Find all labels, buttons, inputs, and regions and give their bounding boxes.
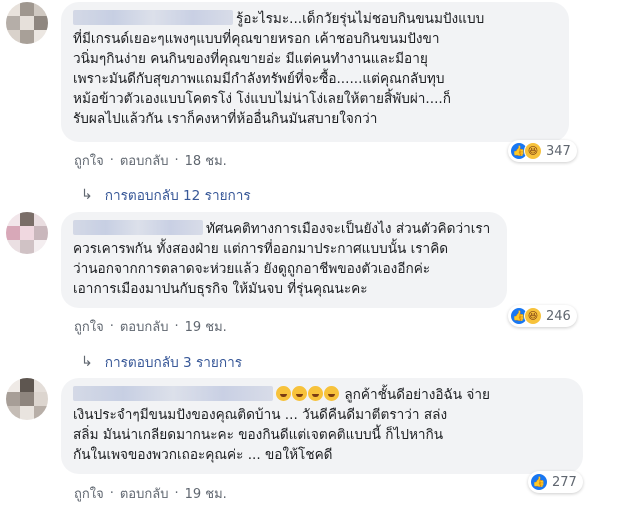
laughing-emoji-icon xyxy=(276,386,291,401)
comment-bubble: ทัศนคติทางการเมืองจะเป็นยังไง ส่วนตัวคิด… xyxy=(61,212,507,308)
replies-count-label: การตอบกลับ 12 รายการ xyxy=(104,188,251,204)
comment-bubble: ลูกค้าชั้นดีอย่างอิฉัน จ่าย เงินประจำๆมี… xyxy=(61,378,583,474)
view-replies-link[interactable]: ↳ การตอบกลับ 12 รายการ xyxy=(81,184,251,206)
comment-text-line: สลิ่ม มันน่าเกลียดมากนะคะ ของกินดีแต่เจต… xyxy=(73,427,444,443)
comment-text-line: เพราะมันดีกับสุขภาพแถมมีกำลังทรัพย์ที่จะ… xyxy=(73,71,445,87)
reply-button[interactable]: ตอบกลับ xyxy=(120,316,169,337)
comment-actions: ถูกใจ · ตอบกลับ · 18 ชม. xyxy=(74,150,227,171)
comment-text-line: เงินประจำๆมีขนมปังของคุณติดบ้าน ... วันด… xyxy=(73,407,448,423)
like-icon: 👍 xyxy=(530,473,548,491)
comment-text-line: ทัศนคติทางการเมืองจะเป็นยังไง ส่วนตัวคิด… xyxy=(206,221,491,237)
reaction-summary[interactable]: 👍 😆 246 xyxy=(508,305,577,327)
laughing-emoji-icon xyxy=(308,386,323,401)
reaction-count: 246 xyxy=(546,308,571,324)
comment-text-line: หม้อข้าวตัวเองแบบโคตรโง่ โง่แบบไม่น่าโง่… xyxy=(73,91,451,107)
reaction-summary[interactable]: 👍 277 xyxy=(528,471,583,493)
like-button[interactable]: ถูกใจ xyxy=(74,316,104,337)
comment-text-line: รับผลไปแล้วกัน เราก็คงหาที่ห้ออื่นกินมัน… xyxy=(73,111,378,127)
like-button[interactable]: ถูกใจ xyxy=(74,483,104,504)
comment-bubble: รู้อะไรมะ...เด็กวัยรุ่นไม่ชอบกินขนมปังแบ… xyxy=(61,2,569,142)
reply-arrow-icon: ↳ xyxy=(81,354,93,370)
comment-text-line: วนิ่มๆกินง่าย คนกินของที่คุณขายอ่ะ มีแต่… xyxy=(73,51,428,67)
reaction-summary[interactable]: 👍 😆 347 xyxy=(508,140,577,162)
haha-icon: 😆 xyxy=(524,307,542,325)
comment-text-line: รู้อะไรมะ...เด็กวัยรุ่นไม่ชอบกินขนมปังแบ… xyxy=(236,11,485,27)
like-button[interactable]: ถูกใจ xyxy=(74,150,104,171)
comment-actions: ถูกใจ · ตอบกลับ · 19 ชม. xyxy=(74,483,227,504)
author-name[interactable] xyxy=(73,220,203,235)
comment-text-line: กันในเพจของพวกเถอะคุณค่ะ ... ขอให้โชคดี xyxy=(73,447,333,463)
reaction-count: 277 xyxy=(552,474,577,490)
timestamp[interactable]: 18 ชม. xyxy=(185,150,227,171)
haha-icon: 😆 xyxy=(524,142,542,160)
reply-arrow-icon: ↳ xyxy=(81,187,93,203)
comment-actions: ถูกใจ · ตอบกลับ · 19 ชม. xyxy=(74,316,227,337)
comment-text-line: ควรเคารพกัน ทั้งสองฝ่าย แต่การที่ออกมาปร… xyxy=(73,241,449,257)
comment-text-line: ว่านอกจากการตลาดจะห่วยแล้ว ยังดูถูกอาชีพ… xyxy=(73,261,431,277)
comment-text-line: ลูกค้าชั้นดีอย่างอิฉัน จ่าย xyxy=(344,387,490,403)
view-replies-link[interactable]: ↳ การตอบกลับ 3 รายการ xyxy=(81,351,242,373)
laughing-emoji-icon xyxy=(324,386,339,401)
comment-text-line: ที่มีเกรนด์เยอะๆแพงๆแบบที่คุณขายหรอก เค้… xyxy=(73,31,440,47)
author-name[interactable] xyxy=(73,10,233,25)
author-name[interactable] xyxy=(73,386,273,401)
timestamp[interactable]: 19 ชม. xyxy=(185,483,227,504)
avatar[interactable] xyxy=(6,378,48,420)
comment-text-line: เอาการเมืองมาปนกับธุรกิจ ให้มันจบ ที่รุ่… xyxy=(73,281,368,297)
avatar[interactable] xyxy=(6,212,48,254)
avatar[interactable] xyxy=(6,2,48,44)
laughing-emoji-icon xyxy=(292,386,307,401)
replies-count-label: การตอบกลับ 3 รายการ xyxy=(104,355,243,371)
reply-button[interactable]: ตอบกลับ xyxy=(120,150,169,171)
reply-button[interactable]: ตอบกลับ xyxy=(120,483,169,504)
reaction-count: 347 xyxy=(546,143,571,159)
timestamp[interactable]: 19 ชม. xyxy=(185,316,227,337)
